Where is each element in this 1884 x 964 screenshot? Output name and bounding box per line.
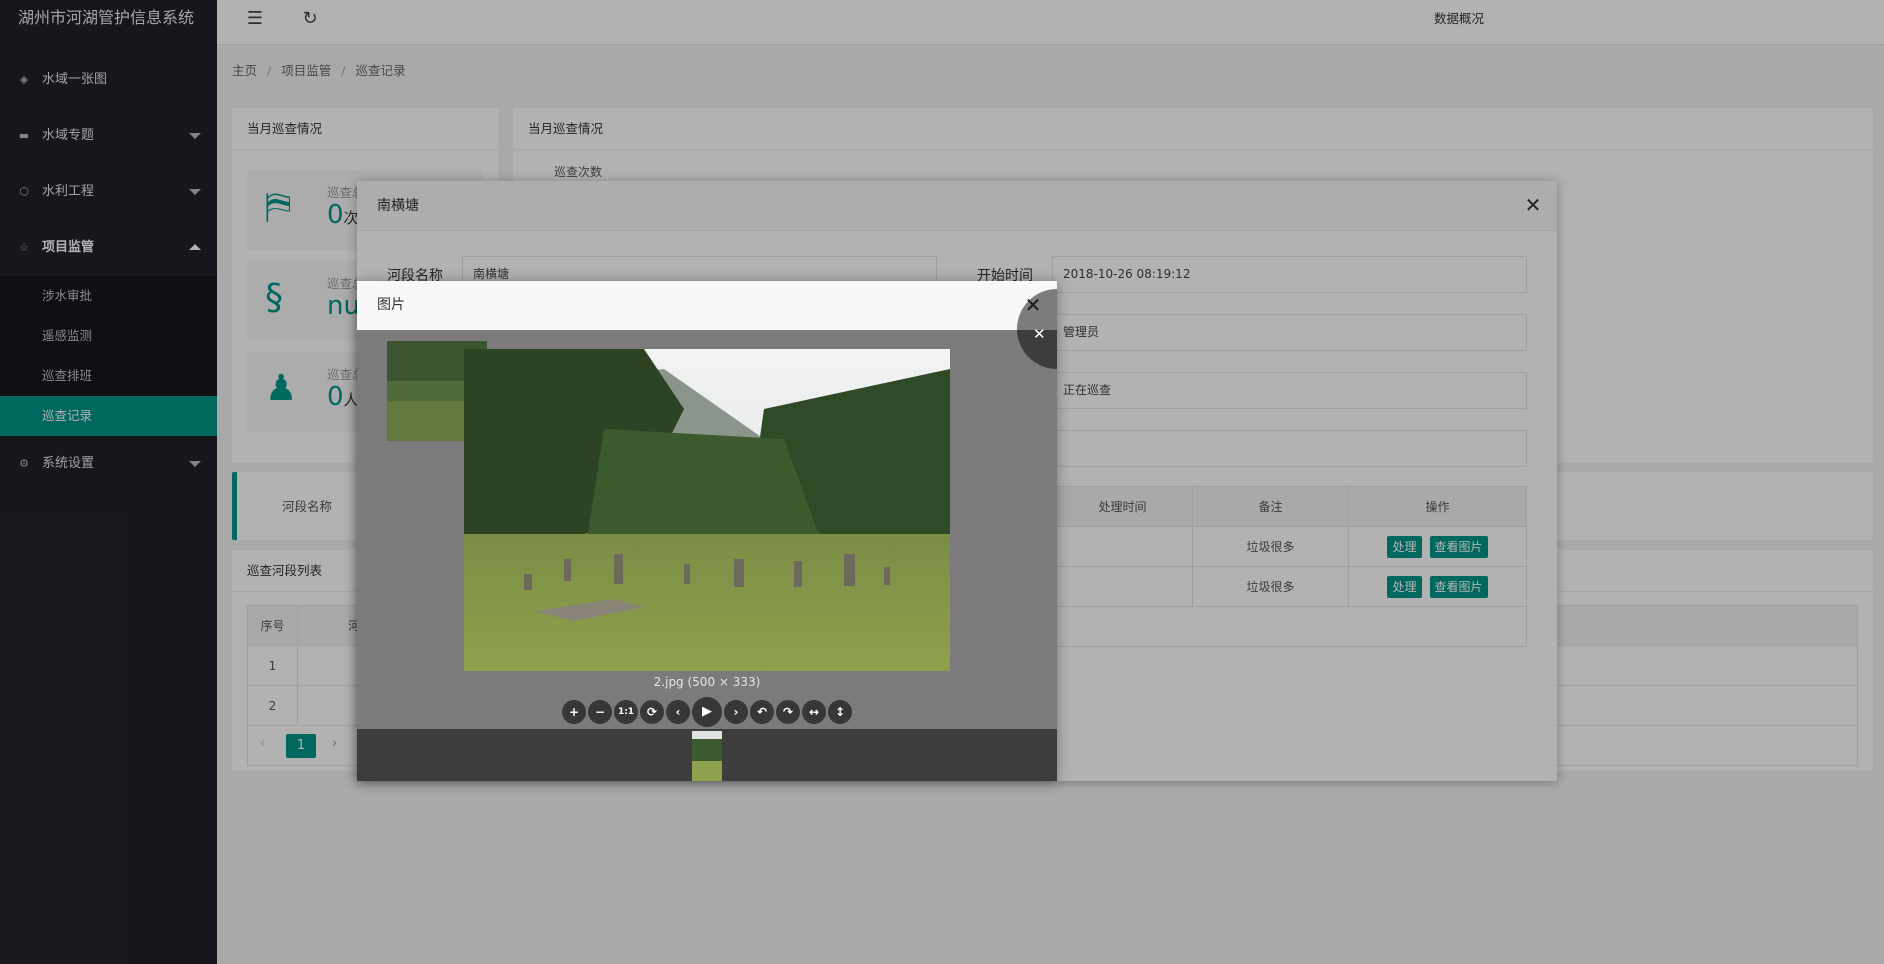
flip-vertical-icon[interactable]: ↕ <box>828 700 852 724</box>
zoom-in-icon[interactable]: + <box>562 700 586 724</box>
reset-icon[interactable]: ⟳ <box>640 700 664 724</box>
zoom-out-icon[interactable]: − <box>588 700 612 724</box>
play-icon[interactable]: ▶ <box>692 697 722 727</box>
viewer-navbar <box>357 729 1057 781</box>
image-caption: 2.jpg (500 × 333) <box>653 675 761 689</box>
close-icon: ✕ <box>1033 325 1046 343</box>
thumbnail[interactable] <box>692 731 722 781</box>
next-icon[interactable]: › <box>724 700 748 724</box>
previous-icon[interactable]: ‹ <box>666 700 690 724</box>
flip-horizontal-icon[interactable]: ↔ <box>802 700 826 724</box>
main-photo <box>464 349 950 671</box>
actual-size-icon[interactable]: 1:1 <box>614 700 638 724</box>
rotate-left-icon[interactable]: ↶ <box>750 700 774 724</box>
image-dialog-title: 图片 <box>357 281 1057 330</box>
viewer-toolbar: + − 1:1 ⟳ ‹ ▶ › ↶ ↷ ↔ ↕ <box>357 697 1057 727</box>
rotate-right-icon[interactable]: ↷ <box>776 700 800 724</box>
image-dialog: 图片 ✕ ✕ 2.jpg (500 × 333) + − 1:1 ⟳ ‹ <box>357 281 1057 781</box>
